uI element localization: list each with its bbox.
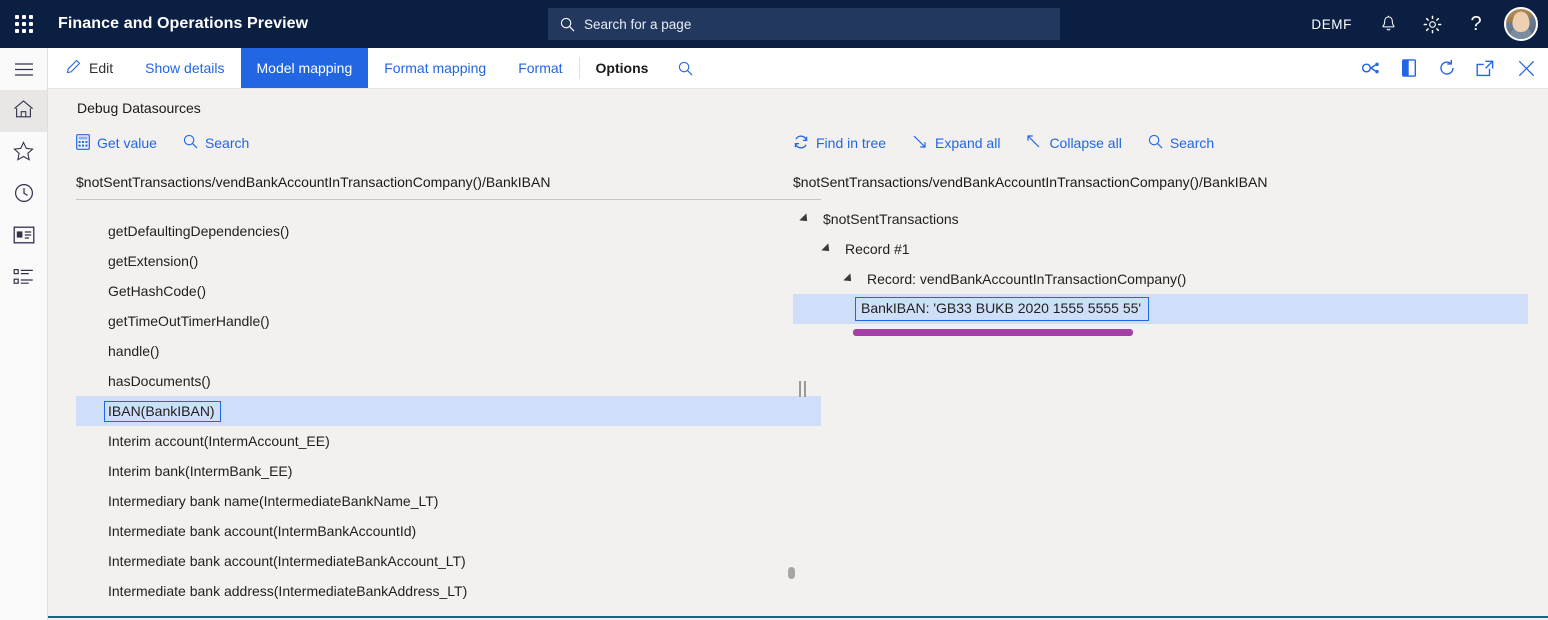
collapse-all-button[interactable]: Collapse all bbox=[1026, 134, 1121, 153]
collapse-arrow-icon bbox=[1026, 134, 1042, 153]
highlight-underline bbox=[853, 329, 1133, 336]
chevron-expanded-icon[interactable] bbox=[801, 212, 815, 226]
tree-path: $notSentTransactions/vendBankAccountInTr… bbox=[793, 174, 1548, 200]
global-search-placeholder: Search for a page bbox=[584, 17, 691, 32]
chevron-expanded-icon[interactable] bbox=[845, 272, 859, 286]
gear-icon[interactable] bbox=[1410, 0, 1454, 48]
tree-search-button[interactable]: Search bbox=[1148, 134, 1214, 152]
chevron-expanded-icon[interactable] bbox=[823, 242, 837, 256]
get-value-label: Get value bbox=[97, 135, 157, 151]
list-row-clipped bbox=[76, 202, 821, 216]
tab-model-mapping[interactable]: Model mapping bbox=[241, 48, 369, 88]
search-icon bbox=[560, 17, 575, 32]
home-icon bbox=[13, 99, 34, 124]
book-icon[interactable] bbox=[1390, 48, 1428, 89]
app-launcher-icon[interactable] bbox=[0, 0, 48, 48]
global-search-input[interactable]: Search for a page bbox=[548, 8, 1060, 40]
main-content: Debug Datasources Get value Search $notS… bbox=[48, 89, 1548, 618]
list-item[interactable]: getDefaultingDependencies() bbox=[76, 216, 821, 246]
calculator-icon bbox=[76, 134, 90, 153]
tree-node-selected[interactable]: BankIBAN: 'GB33 BUKB 2020 1555 5555 55' bbox=[793, 294, 1528, 324]
top-header-bar: Finance and Operations Preview Search fo… bbox=[0, 0, 1548, 48]
datasources-panel: Get value Search $notSentTransactions/ve… bbox=[76, 129, 821, 618]
avatar[interactable] bbox=[1504, 7, 1538, 41]
datasources-search-label: Search bbox=[205, 135, 249, 151]
command-bar-right-icons bbox=[1352, 48, 1548, 88]
edit-label: Edit bbox=[89, 60, 113, 76]
clock-icon bbox=[14, 183, 34, 208]
tab-show-details[interactable]: Show details bbox=[129, 48, 240, 88]
find-in-tree-label: Find in tree bbox=[816, 135, 886, 151]
sidebar-item-modules[interactable] bbox=[0, 258, 47, 300]
list-item[interactable]: getTimeOutTimerHandle() bbox=[76, 306, 821, 336]
list-icon bbox=[13, 268, 35, 291]
workspace-icon bbox=[13, 226, 35, 249]
list-item[interactable]: Intermediate bank account(IntermediateBa… bbox=[76, 546, 821, 576]
page-title: Debug Datasources bbox=[77, 100, 201, 116]
sidebar-item-favorites[interactable] bbox=[0, 132, 47, 174]
expand-all-label: Expand all bbox=[935, 135, 1000, 151]
tree-search-label: Search bbox=[1170, 135, 1214, 151]
search-icon[interactable] bbox=[664, 48, 707, 88]
list-item[interactable]: GetHashCode() bbox=[76, 276, 821, 306]
tree-node[interactable]: Record: vendBankAccountInTransactionComp… bbox=[793, 264, 1548, 294]
list-item-label: IBAN(BankIBAN) bbox=[104, 401, 221, 422]
tree-toolbar: Find in tree Expand all Collapse all Sea… bbox=[793, 129, 1548, 157]
popout-icon[interactable] bbox=[1466, 48, 1504, 89]
list-item[interactable]: Interim bank(IntermBank_EE) bbox=[76, 456, 821, 486]
collapse-all-label: Collapse all bbox=[1049, 135, 1121, 151]
search-icon bbox=[1148, 134, 1163, 152]
tree-node-label: Record: vendBankAccountInTransactionComp… bbox=[867, 271, 1186, 287]
get-value-button[interactable]: Get value bbox=[76, 134, 157, 153]
left-nav-rail bbox=[0, 48, 48, 620]
diagnostics-icon[interactable] bbox=[1352, 48, 1390, 89]
star-icon bbox=[13, 141, 34, 166]
list-item[interactable]: Intermediate bank account(IntermBankAcco… bbox=[76, 516, 821, 546]
command-bar: Edit Show details Model mapping Format m… bbox=[48, 48, 1548, 89]
tree-panel: Find in tree Expand all Collapse all Sea… bbox=[793, 129, 1548, 618]
close-icon[interactable] bbox=[1504, 48, 1548, 89]
list-item[interactable]: Intermediate bank address(IntermediateBa… bbox=[76, 576, 821, 606]
sidebar-item-home[interactable] bbox=[0, 90, 47, 132]
bell-icon[interactable] bbox=[1366, 0, 1410, 48]
tree-node-label: $notSentTransactions bbox=[823, 211, 959, 227]
app-title: Finance and Operations Preview bbox=[58, 15, 308, 33]
datasources-list[interactable]: getDefaultingDependencies() getExtension… bbox=[76, 202, 821, 610]
list-item[interactable]: getExtension() bbox=[76, 246, 821, 276]
find-in-tree-button[interactable]: Find in tree bbox=[793, 134, 886, 153]
sidebar-item-recent[interactable] bbox=[0, 174, 47, 216]
header-actions: DEMF ? bbox=[1297, 0, 1548, 48]
list-item-selected[interactable]: IBAN(BankIBAN) bbox=[76, 396, 821, 426]
tree-node[interactable]: $notSentTransactions bbox=[793, 204, 1548, 234]
company-selector[interactable]: DEMF bbox=[1297, 0, 1366, 48]
list-item[interactable]: hasDocuments() bbox=[76, 366, 821, 396]
hamburger-menu-icon[interactable] bbox=[0, 48, 47, 90]
tree-node[interactable]: Record #1 bbox=[793, 234, 1548, 264]
pencil-icon bbox=[66, 59, 81, 77]
expand-arrow-icon bbox=[912, 134, 928, 153]
expand-all-button[interactable]: Expand all bbox=[912, 134, 1000, 153]
refresh-circle-icon bbox=[793, 134, 809, 153]
tree-node-label: BankIBAN: 'GB33 BUKB 2020 1555 5555 55' bbox=[855, 297, 1149, 321]
list-item[interactable]: Intermediary bank name(IntermediateBankN… bbox=[76, 486, 821, 516]
datasources-path: $notSentTransactions/vendBankAccountInTr… bbox=[76, 174, 821, 200]
tab-format-mapping[interactable]: Format mapping bbox=[368, 48, 502, 88]
refresh-icon[interactable] bbox=[1428, 48, 1466, 89]
options-button[interactable]: Options bbox=[580, 48, 665, 88]
tree-node-label: Record #1 bbox=[845, 241, 910, 257]
datasources-toolbar: Get value Search bbox=[76, 129, 821, 157]
datasource-tree[interactable]: $notSentTransactions Record #1 Record: v… bbox=[793, 204, 1548, 324]
search-icon bbox=[183, 134, 198, 152]
tab-format[interactable]: Format bbox=[502, 48, 578, 88]
sidebar-item-workspaces[interactable] bbox=[0, 216, 47, 258]
datasources-search-button[interactable]: Search bbox=[183, 134, 249, 152]
list-item[interactable]: handle() bbox=[76, 336, 821, 366]
edit-button[interactable]: Edit bbox=[48, 48, 129, 88]
question-mark-icon[interactable]: ? bbox=[1454, 0, 1498, 48]
list-item[interactable]: Interim account(IntermAccount_EE) bbox=[76, 426, 821, 456]
